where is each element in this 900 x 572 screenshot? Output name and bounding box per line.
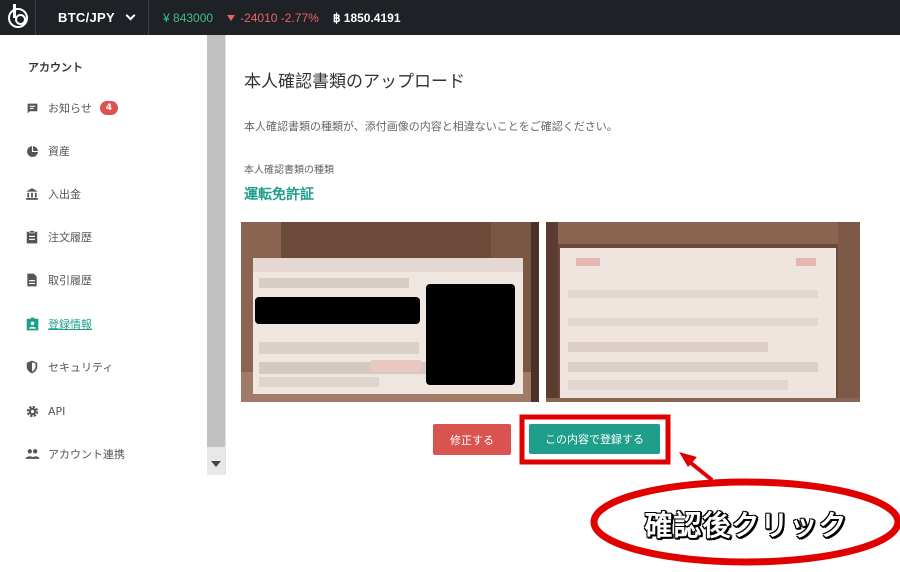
page-description: 本人確認書類の種類が、添付画像の内容と相違ないことをご確認ください。 xyxy=(244,120,618,133)
annotation-text: 確認後クリック xyxy=(644,509,848,542)
current-price: ¥ 843000 xyxy=(163,10,214,25)
document-icon xyxy=(24,272,40,288)
sidebar-item-label: 注文履歴 xyxy=(48,231,92,244)
sidebar-item-label: 登録情報 xyxy=(48,318,92,331)
logo-icon xyxy=(7,3,28,28)
top-bar: BTC/JPY ¥ 843000 -24010 -2.77% ฿ 1850.41… xyxy=(0,0,900,35)
sidebar-item-label: 取引履歴 xyxy=(48,274,92,287)
gear-icon xyxy=(24,403,40,419)
license-front-image xyxy=(241,222,539,402)
document-type-label: 本人確認書類の種類 xyxy=(244,165,334,176)
sidebar-item-label: セキュリティ xyxy=(48,361,114,374)
price-change: -24010 -2.77% xyxy=(227,11,319,25)
submit-button[interactable]: この内容で登録する xyxy=(529,424,660,454)
license-back-image xyxy=(546,222,860,402)
bank-icon xyxy=(24,186,40,202)
notification-badge: 4 xyxy=(99,101,119,115)
sidebar-item-security[interactable]: セキュリティ xyxy=(24,357,113,377)
sidebar-item-deposit-withdraw[interactable]: 入出金 xyxy=(24,184,81,204)
document-type-value: 運転免許証 xyxy=(244,187,314,203)
divider xyxy=(225,35,226,475)
price-change-text: -24010 -2.77% xyxy=(240,10,319,25)
pie-chart-icon xyxy=(24,143,40,159)
sidebar: アカウント お知らせ 4 資産 入出金 注文履歴 取引履歴 登録情報 セキュリテ… xyxy=(0,35,207,475)
sidebar-heading: アカウント xyxy=(28,61,83,74)
sidebar-item-api[interactable]: API xyxy=(24,401,65,421)
sidebar-item-label: お知らせ xyxy=(48,102,92,115)
sidebar-item-order-history[interactable]: 注文履歴 xyxy=(24,227,92,247)
sidebar-item-trade-history[interactable]: 取引履歴 xyxy=(24,270,92,290)
id-card-icon xyxy=(24,316,40,332)
people-icon xyxy=(24,446,40,462)
scroll-thumb[interactable] xyxy=(207,35,225,447)
btc-balance: ฿ 1850.4191 xyxy=(332,10,401,25)
shield-icon xyxy=(24,359,40,375)
sidebar-scrollbar[interactable] xyxy=(207,35,225,475)
sidebar-item-label: 資産 xyxy=(48,145,70,158)
logo[interactable] xyxy=(0,0,36,35)
down-triangle-icon xyxy=(227,14,236,21)
page-title: 本人確認書類のアップロード xyxy=(244,72,465,92)
sidebar-item-label: API xyxy=(48,404,66,418)
clipboard-icon xyxy=(24,229,40,245)
sidebar-item-notifications[interactable]: お知らせ 4 xyxy=(24,98,119,118)
pair-selector[interactable]: BTC/JPY xyxy=(36,0,150,35)
message-icon xyxy=(24,100,40,116)
arrow-icon xyxy=(676,450,715,483)
sidebar-item-registration-info[interactable]: 登録情報 xyxy=(24,314,92,334)
edit-button[interactable]: 修正する xyxy=(433,424,511,455)
scroll-down-arrow-icon[interactable] xyxy=(211,461,221,467)
pair-label: BTC/JPY xyxy=(58,10,116,25)
sidebar-item-assets[interactable]: 資産 xyxy=(24,141,70,161)
sidebar-item-label: アカウント連携 xyxy=(48,448,125,461)
sidebar-item-label: 入出金 xyxy=(48,188,81,201)
sidebar-item-account-link[interactable]: アカウント連携 xyxy=(24,444,125,464)
chevron-down-icon xyxy=(125,10,136,21)
